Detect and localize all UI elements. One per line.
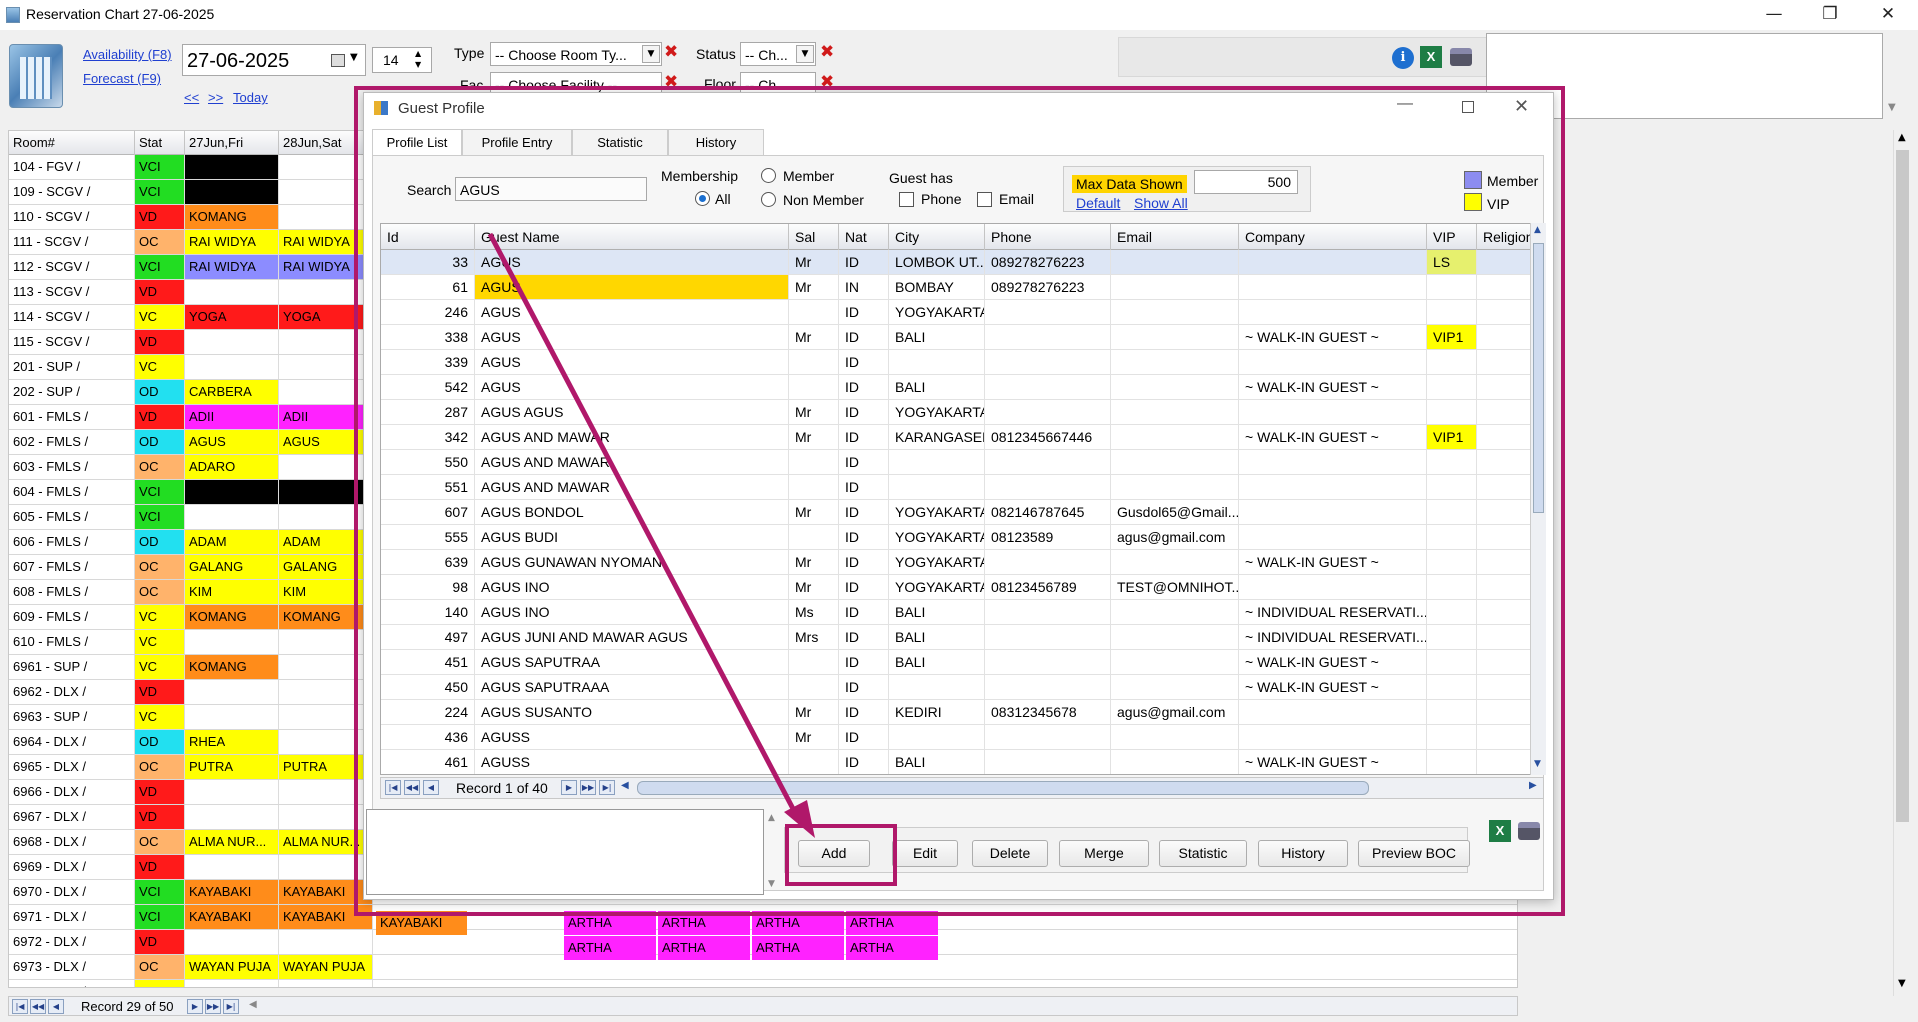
annotation-arrow (487, 232, 815, 838)
